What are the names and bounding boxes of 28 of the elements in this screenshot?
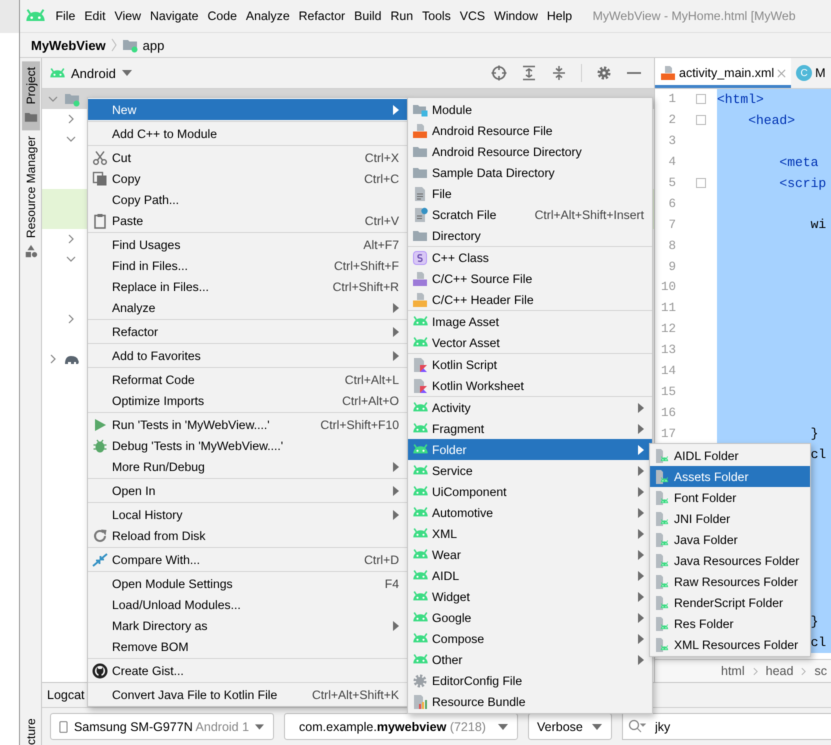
line-number: 1 bbox=[667, 92, 676, 106]
line-number: 11 bbox=[660, 301, 676, 316]
code-line: <head> bbox=[748, 112, 796, 128]
line-number: 10 bbox=[660, 280, 676, 294]
code-line: cl bbox=[810, 447, 826, 462]
line-number: 4 bbox=[667, 155, 676, 170]
code-line: cl bbox=[810, 635, 826, 650]
code-line: } bbox=[810, 426, 818, 442]
line-number: 14 bbox=[660, 364, 676, 378]
code-line: <meta bbox=[779, 154, 818, 170]
line-number: 5 bbox=[667, 176, 676, 190]
line-number: 15 bbox=[660, 384, 676, 399]
line-number: 3 bbox=[667, 134, 676, 148]
line-number: 7 bbox=[667, 218, 676, 232]
line-number: 17 bbox=[660, 426, 676, 441]
line-number: 6 bbox=[667, 196, 676, 211]
line-number: 16 bbox=[660, 406, 676, 420]
line-number: 9 bbox=[667, 260, 676, 274]
code-line: <html> bbox=[717, 92, 764, 107]
class-icon: C bbox=[796, 65, 812, 81]
line-number: 12 bbox=[660, 322, 676, 336]
code-line: <scrip bbox=[779, 176, 826, 190]
code-line: wi bbox=[810, 217, 826, 232]
window-title: MyWebView - MyHome.html [MyWeb bbox=[592, 9, 796, 23]
line-number: 13 bbox=[660, 343, 676, 358]
code-line: } bbox=[810, 614, 818, 630]
line-number: 8 bbox=[667, 238, 676, 253]
line-number: 2 bbox=[667, 113, 676, 128]
